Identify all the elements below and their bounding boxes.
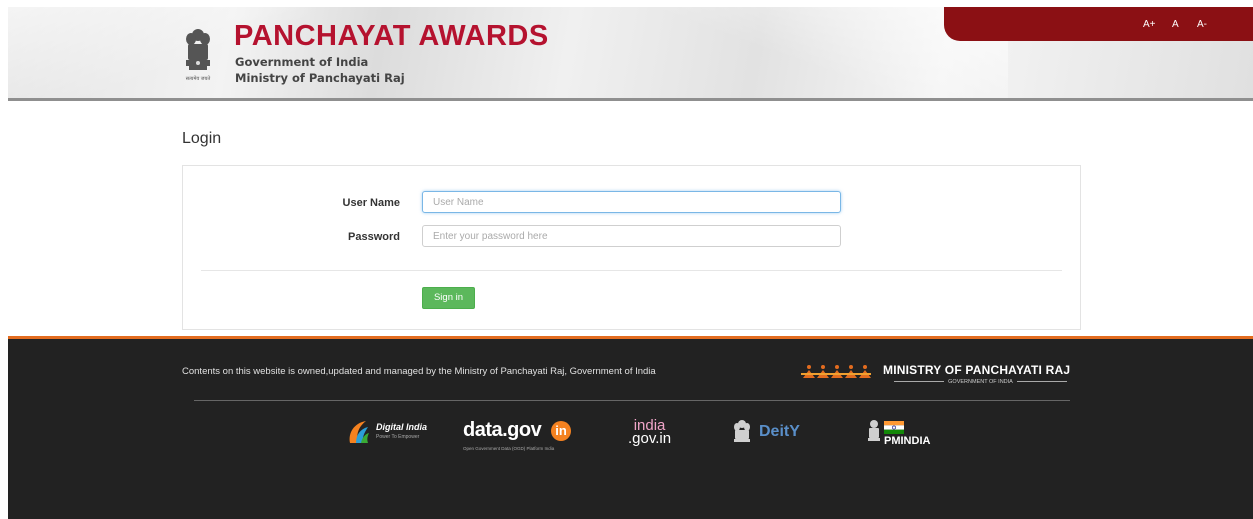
national-emblem-icon: सत्यमेव जयते — [186, 29, 211, 82]
ministry-logo-subtitle: GOVERNMENT OF INDIA — [883, 379, 1078, 385]
digital-india-tagline: Power To Empower — [376, 434, 420, 440]
deity-name: DeitY — [759, 423, 800, 440]
national-emblem-icon — [734, 420, 750, 442]
username-input[interactable] — [422, 191, 841, 213]
form-divider — [201, 270, 1062, 271]
pmindia-name: PMINDIA — [884, 435, 931, 447]
site-subtitle-ministry: Ministry of Panchayati Raj — [235, 71, 405, 85]
login-form: User Name Password Sign in — [182, 165, 1081, 330]
decrease-font-button[interactable]: A- — [1197, 19, 1207, 30]
india-gov-line2: .gov.in — [628, 430, 672, 447]
data-gov-link[interactable]: data.gov in Open Government Data (OGD) P… — [463, 419, 583, 453]
digital-india-icon — [349, 421, 369, 443]
sign-in-button[interactable]: Sign in — [422, 287, 475, 309]
deity-link[interactable]: DeitY — [732, 419, 842, 449]
data-gov-name: data.gov — [463, 419, 542, 441]
page-title: Login — [182, 130, 222, 147]
data-gov-badge: in — [551, 421, 571, 441]
national-emblem-icon — [868, 420, 880, 441]
panchayat-figures-icon — [801, 365, 871, 378]
ownership-statement: Contents on this website is owned,update… — [182, 366, 656, 377]
normal-font-button[interactable]: A — [1172, 19, 1179, 30]
footer-divider — [194, 400, 1070, 401]
site-footer: Contents on this website is owned,update… — [8, 336, 1253, 519]
digital-india-link[interactable]: Digital India Power To Empower — [346, 417, 441, 447]
india-flag-icon — [884, 421, 904, 434]
pmindia-link[interactable]: PMINDIA — [866, 419, 976, 451]
ministry-logo[interactable]: MINISTRY OF PANCHAYATI RAJ GOVERNMENT OF… — [801, 360, 1091, 390]
increase-font-button[interactable]: A+ — [1143, 19, 1156, 30]
password-input[interactable] — [422, 225, 841, 247]
site-subtitle-government: Government of India — [235, 55, 369, 69]
site-title: PANCHAYAT AWARDS — [234, 20, 549, 52]
india-gov-logo-text: india .gov.in — [628, 418, 672, 447]
data-gov-tagline: Open Government Data (OGD) Platform Indi… — [463, 446, 555, 451]
password-label: Password — [348, 231, 400, 243]
india-gov-link[interactable]: india .gov.in — [628, 418, 678, 449]
username-label: User Name — [342, 197, 400, 209]
data-gov-badge-label: in — [555, 423, 567, 438]
emblem-caption: सत्यमेव जयते — [186, 75, 211, 82]
digital-india-name: Digital India — [376, 422, 428, 432]
ministry-logo-title: MINISTRY OF PANCHAYATI RAJ — [883, 363, 1071, 377]
font-size-controls: A+ A A- — [944, 7, 1253, 41]
